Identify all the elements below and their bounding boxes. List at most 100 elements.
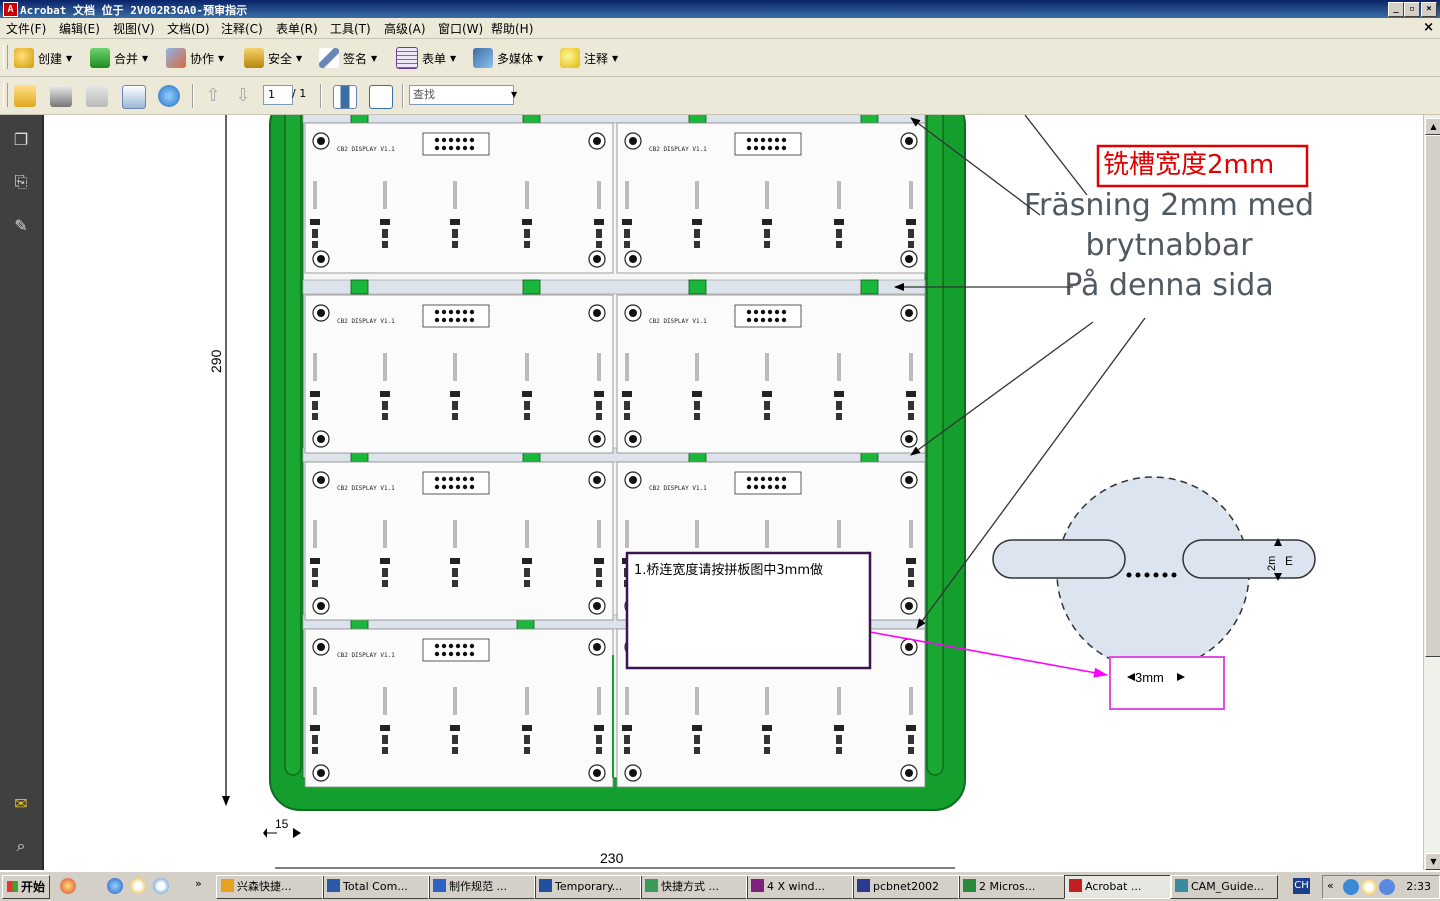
quicklaunch-clock-icon[interactable] [130,878,146,894]
scroll-down-icon[interactable]: ▼ [1425,853,1440,870]
create-button[interactable]: 创建 ▼ [14,48,72,68]
taskbar-task[interactable]: 2 Micros... [958,875,1066,899]
security-button[interactable]: 安全 ▼ [244,48,302,68]
taskbar-task[interactable]: 制作规范 ... [428,875,536,899]
ie-icon[interactable] [107,878,123,894]
comment-button[interactable]: 注释 ▼ [560,48,618,68]
menu-document[interactable]: 文档(D) [167,20,210,37]
tray-volume-icon[interactable] [1379,879,1395,895]
forms-button[interactable]: 表单 ▼ [396,47,456,69]
restore-button[interactable]: ▫ [1404,2,1420,17]
combine-button[interactable]: 合并 ▼ [90,48,148,68]
menu-comment[interactable]: 注释(C) [221,20,263,37]
fit-page-icon[interactable] [369,85,393,109]
bridge-width-box [1109,656,1225,710]
tray-expand-icon[interactable]: « [1327,879,1334,892]
taskbar-task[interactable]: Temporary... [534,875,642,899]
silkscreen-text [597,353,601,381]
previous-page-icon[interactable]: ⇧ [202,85,224,107]
smd-pad [312,241,318,248]
multimedia-button[interactable]: 多媒体 ▼ [473,48,543,68]
taskbar-task[interactable]: 兴森快捷... [216,875,324,899]
breakaway-tab [350,279,369,295]
menu-help[interactable]: 帮助(H) [491,20,533,37]
quicklaunch-browser-icon[interactable] [153,878,169,894]
find-dropdown-icon[interactable]: ▼ [511,85,517,105]
silkscreen-text [625,181,629,209]
close-document-button[interactable]: × [1423,20,1434,35]
menu-file[interactable]: 文件(F) [6,20,46,37]
more-icon[interactable]: » [195,877,202,890]
start-button[interactable]: 开始 [2,875,50,899]
task-app-icon [857,879,870,892]
smd-pad [452,747,458,754]
task-app-icon [433,879,446,892]
connector-pin [462,309,468,315]
language-indicator[interactable]: CH [1293,878,1310,894]
taskbar-task[interactable]: CAM_Guide... [1170,875,1278,899]
scroll-thumb[interactable] [1425,135,1440,657]
save-icon[interactable] [86,85,108,107]
email-icon[interactable] [122,85,146,109]
task-app-icon [221,879,234,892]
smd-pad [694,401,700,410]
menu-forms[interactable]: 表单(R) [276,20,318,37]
silkscreen-text [909,520,913,548]
pcb-board: CB2 DISPLAY V1.1 [304,628,614,788]
menu-edit[interactable]: 编辑(E) [59,20,100,37]
connector-pin [746,309,752,315]
smd-pad [762,725,772,731]
pages-icon[interactable]: ❐ [10,129,32,151]
taskbar-task[interactable]: 4 X wind... [746,875,854,899]
smd-pad [908,747,914,754]
silkscreen-text [453,687,457,715]
tray-network-icon[interactable] [1343,879,1359,895]
menu-window[interactable]: 窗口(W) [438,20,483,37]
comment-label: 注释 [584,51,609,66]
tray-app-icon[interactable] [1361,879,1377,895]
signatures-icon[interactable]: ✎ [10,215,32,237]
smd-pad [624,229,630,238]
web-globe-icon[interactable] [158,85,180,107]
menu-view[interactable]: 视图(V) [113,20,155,37]
print-icon[interactable] [50,85,72,107]
collaborate-button[interactable]: 协作 ▼ [166,48,224,68]
taskbar-task[interactable]: pcbnet2002 [852,875,960,899]
menu-tools[interactable]: 工具(T) [330,20,371,37]
page-number-input[interactable]: 1 [263,85,293,105]
smd-pad [382,401,388,410]
taskbar-task[interactable]: Acrobat ... [1064,875,1172,899]
bridge-width-label: 3mm [1135,670,1164,685]
minimize-button[interactable]: _ [1388,2,1404,17]
next-page-icon[interactable]: ⇩ [232,85,254,107]
form-icon [396,47,418,69]
attachments-icon[interactable]: ⌕ [10,835,32,857]
smd-pad [836,229,842,238]
toolbar-grip[interactable] [3,45,8,69]
taskbar-task[interactable]: 快捷方式 ... [640,875,748,899]
close-window-button[interactable]: × [1421,2,1437,17]
find-input[interactable]: 查找 [409,85,514,105]
clock: 2:33 [1406,880,1431,893]
bookmarks-icon[interactable]: ⎘ [10,171,32,193]
open-folder-icon[interactable] [14,85,36,107]
connector-pin [774,476,780,482]
mounting-hole-pad [905,643,913,651]
smd-pad [522,219,532,225]
taskbar-task[interactable]: Total Com... [322,875,430,899]
toolbar-grip[interactable] [3,83,8,107]
silkscreen-text [525,687,529,715]
multimedia-label: 多媒体 [497,51,534,66]
task-app-icon [1175,879,1188,892]
document-page[interactable]: 290 15 230 CB2 DISPLAY V1.1 CB2 DISPLAY V… [45,115,1422,870]
silkscreen-text [765,520,769,548]
scroll-up-icon[interactable]: ▲ [1425,118,1440,135]
sign-button[interactable]: 签名 ▼ [319,48,377,68]
connector-pin [455,317,461,323]
quicklaunch-app-icon[interactable] [60,878,76,894]
comments-icon[interactable]: ✉ [10,793,32,815]
smd-pad [694,241,700,248]
fit-width-icon[interactable] [333,85,357,109]
vertical-scrollbar[interactable]: ▲ ▼ [1423,115,1440,870]
menu-advanced[interactable]: 高级(A) [384,20,426,37]
